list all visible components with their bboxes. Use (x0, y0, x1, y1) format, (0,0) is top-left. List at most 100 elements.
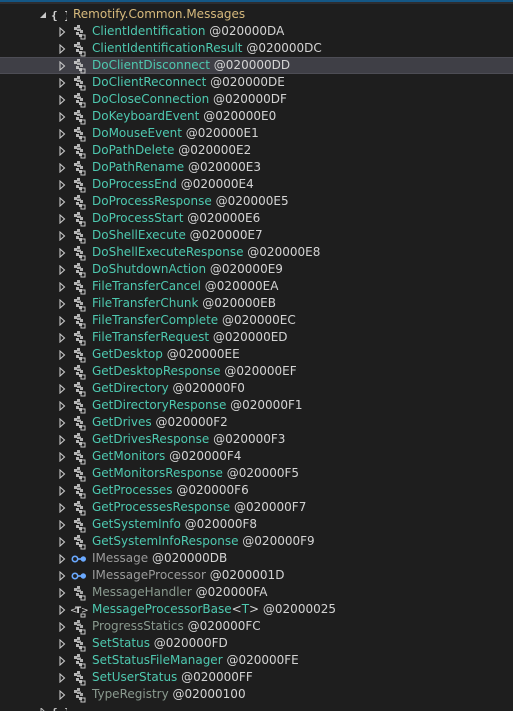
static-class-icon (70, 687, 88, 703)
type-node[interactable]: < T > MessageProcessorBase<T> @02000025 (0, 601, 513, 618)
type-node[interactable]: DoPathRename @020000E3 (0, 159, 513, 176)
namespace-node[interactable]: { } Remotify.Common.Messages (0, 6, 513, 23)
expand-arrow-icon[interactable] (57, 23, 67, 40)
next-namespace-node[interactable]: { } (0, 703, 513, 711)
expand-arrow-icon[interactable] (57, 210, 67, 227)
class-icon (70, 75, 88, 91)
expand-arrow-icon[interactable] (57, 91, 67, 108)
type-node[interactable]: DoShutdownAction @020000E9 (0, 261, 513, 278)
type-node[interactable]: GetDirectory @020000F0 (0, 380, 513, 397)
type-node[interactable]: SetStatus @020000FD (0, 635, 513, 652)
type-node[interactable]: FileTransferCancel @020000EA (0, 278, 513, 295)
type-name: DoKeyboardEvent (92, 109, 200, 123)
expand-arrow-icon[interactable] (57, 159, 67, 176)
expand-arrow-icon[interactable] (57, 244, 67, 261)
type-label: DoPathRename @020000E3 (92, 159, 261, 176)
type-node[interactable]: DoShellExecute @020000E7 (0, 227, 513, 244)
expand-arrow-icon[interactable] (57, 74, 67, 91)
type-node[interactable]: DoKeyboardEvent @020000E0 (0, 108, 513, 125)
expand-arrow-icon[interactable] (57, 363, 67, 380)
expand-arrow-icon[interactable] (57, 278, 67, 295)
expand-arrow-icon[interactable] (57, 465, 67, 482)
type-name: DoPathDelete (92, 143, 175, 157)
expand-arrow-icon[interactable] (57, 346, 67, 363)
type-node[interactable]: DoShellExecuteResponse @020000E8 (0, 244, 513, 261)
type-node[interactable]: GetMonitors @020000F4 (0, 448, 513, 465)
expand-arrow-icon[interactable] (57, 499, 67, 516)
expand-arrow-icon[interactable] (57, 414, 67, 431)
expand-arrow-icon[interactable] (57, 686, 67, 703)
type-node[interactable]: ClientIdentificationResult @020000DC (0, 40, 513, 57)
type-node[interactable]: GetDirectoryResponse @020000F1 (0, 397, 513, 414)
type-node[interactable]: FileTransferComplete @020000EC (0, 312, 513, 329)
type-label: IMessageProcessor @0200001D (92, 567, 284, 584)
metadata-token: @020000F5 (222, 466, 300, 480)
expand-arrow-icon[interactable] (57, 669, 67, 686)
expand-arrow-icon[interactable] (57, 380, 67, 397)
type-label: GetSystemInfo @020000F8 (92, 516, 257, 533)
type-node[interactable]: SetStatusFileManager @020000FE (0, 652, 513, 669)
type-name: GetDirectory (92, 381, 169, 395)
type-node[interactable]: ClientIdentification @020000DA (0, 23, 513, 40)
collapse-arrow-icon[interactable] (38, 6, 48, 23)
expand-arrow-icon[interactable] (57, 227, 67, 244)
type-node[interactable]: GetSystemInfoResponse @020000F9 (0, 533, 513, 550)
expand-arrow-icon[interactable] (57, 193, 67, 210)
class-icon (70, 58, 88, 74)
type-node[interactable]: DoCloseConnection @020000DF (0, 91, 513, 108)
expand-arrow-icon[interactable] (57, 550, 67, 567)
type-node[interactable]: GetMonitorsResponse @020000F5 (0, 465, 513, 482)
type-node[interactable]: GetDesktop @020000EE (0, 346, 513, 363)
type-node[interactable]: ProgressStatics @020000FC (0, 618, 513, 635)
type-node[interactable]: GetDesktopResponse @020000EF (0, 363, 513, 380)
expand-arrow-icon[interactable] (57, 57, 67, 74)
expand-arrow-icon[interactable] (57, 431, 67, 448)
expand-arrow-icon[interactable] (57, 40, 67, 57)
expand-arrow-icon[interactable] (57, 533, 67, 550)
type-node[interactable]: FileTransferChunk @020000EB (0, 295, 513, 312)
type-node[interactable]: MessageHandler @020000FA (0, 584, 513, 601)
expand-arrow-icon[interactable] (57, 142, 67, 159)
expand-arrow-icon[interactable] (57, 584, 67, 601)
type-node[interactable]: GetDrivesResponse @020000F3 (0, 431, 513, 448)
expand-arrow-icon[interactable] (57, 482, 67, 499)
expand-arrow-icon[interactable] (57, 448, 67, 465)
type-node[interactable]: FileTransferRequest @020000ED (0, 329, 513, 346)
expand-arrow-icon[interactable] (57, 397, 67, 414)
expand-arrow-icon[interactable] (57, 601, 67, 618)
type-node[interactable]: GetProcessesResponse @020000F7 (0, 499, 513, 516)
type-node[interactable]: DoPathDelete @020000E2 (0, 142, 513, 159)
type-node[interactable]: SetUserStatus @020000FF (0, 669, 513, 686)
expand-arrow-icon[interactable] (57, 108, 67, 125)
expand-arrow-icon[interactable] (57, 635, 67, 652)
type-node[interactable]: GetSystemInfo @020000F8 (0, 516, 513, 533)
expand-arrow-icon[interactable] (57, 567, 67, 584)
expand-arrow-icon[interactable] (57, 516, 67, 533)
expand-arrow-icon[interactable] (57, 176, 67, 193)
expand-arrow-icon[interactable] (57, 295, 67, 312)
type-node[interactable]: TypeRegistry @02000100 (0, 686, 513, 703)
type-node[interactable]: DoProcessEnd @020000E4 (0, 176, 513, 193)
type-node[interactable]: DoClientDisconnect @020000DD (0, 57, 513, 74)
metadata-token: @020000E5 (211, 194, 289, 208)
expand-arrow-icon[interactable] (57, 261, 67, 278)
type-node[interactable]: GetProcesses @020000F6 (0, 482, 513, 499)
type-node[interactable]: DoProcessResponse @020000E5 (0, 193, 513, 210)
metadata-token: @020000F9 (238, 534, 315, 548)
expand-arrow-icon[interactable] (57, 652, 67, 669)
type-node[interactable]: GetDrives @020000F2 (0, 414, 513, 431)
type-node[interactable]: DoProcessStart @020000E6 (0, 210, 513, 227)
metadata-token: @020000E4 (176, 177, 254, 191)
generic-class-icon: < T > (70, 602, 88, 618)
type-node[interactable]: IMessageProcessor @0200001D (0, 567, 513, 584)
expand-arrow-icon[interactable] (57, 618, 67, 635)
type-node[interactable]: IMessage @020000DB (0, 550, 513, 567)
type-node[interactable]: DoMouseEvent @020000E1 (0, 125, 513, 142)
expand-arrow-icon[interactable] (38, 703, 48, 711)
expand-arrow-icon[interactable] (57, 329, 67, 346)
assembly-explorer-tree[interactable]: { } Remotify.Common.Messages ClientIdent… (0, 6, 513, 711)
class-icon (70, 636, 88, 652)
type-node[interactable]: DoClientReconnect @020000DE (0, 74, 513, 91)
expand-arrow-icon[interactable] (57, 125, 67, 142)
expand-arrow-icon[interactable] (57, 312, 67, 329)
